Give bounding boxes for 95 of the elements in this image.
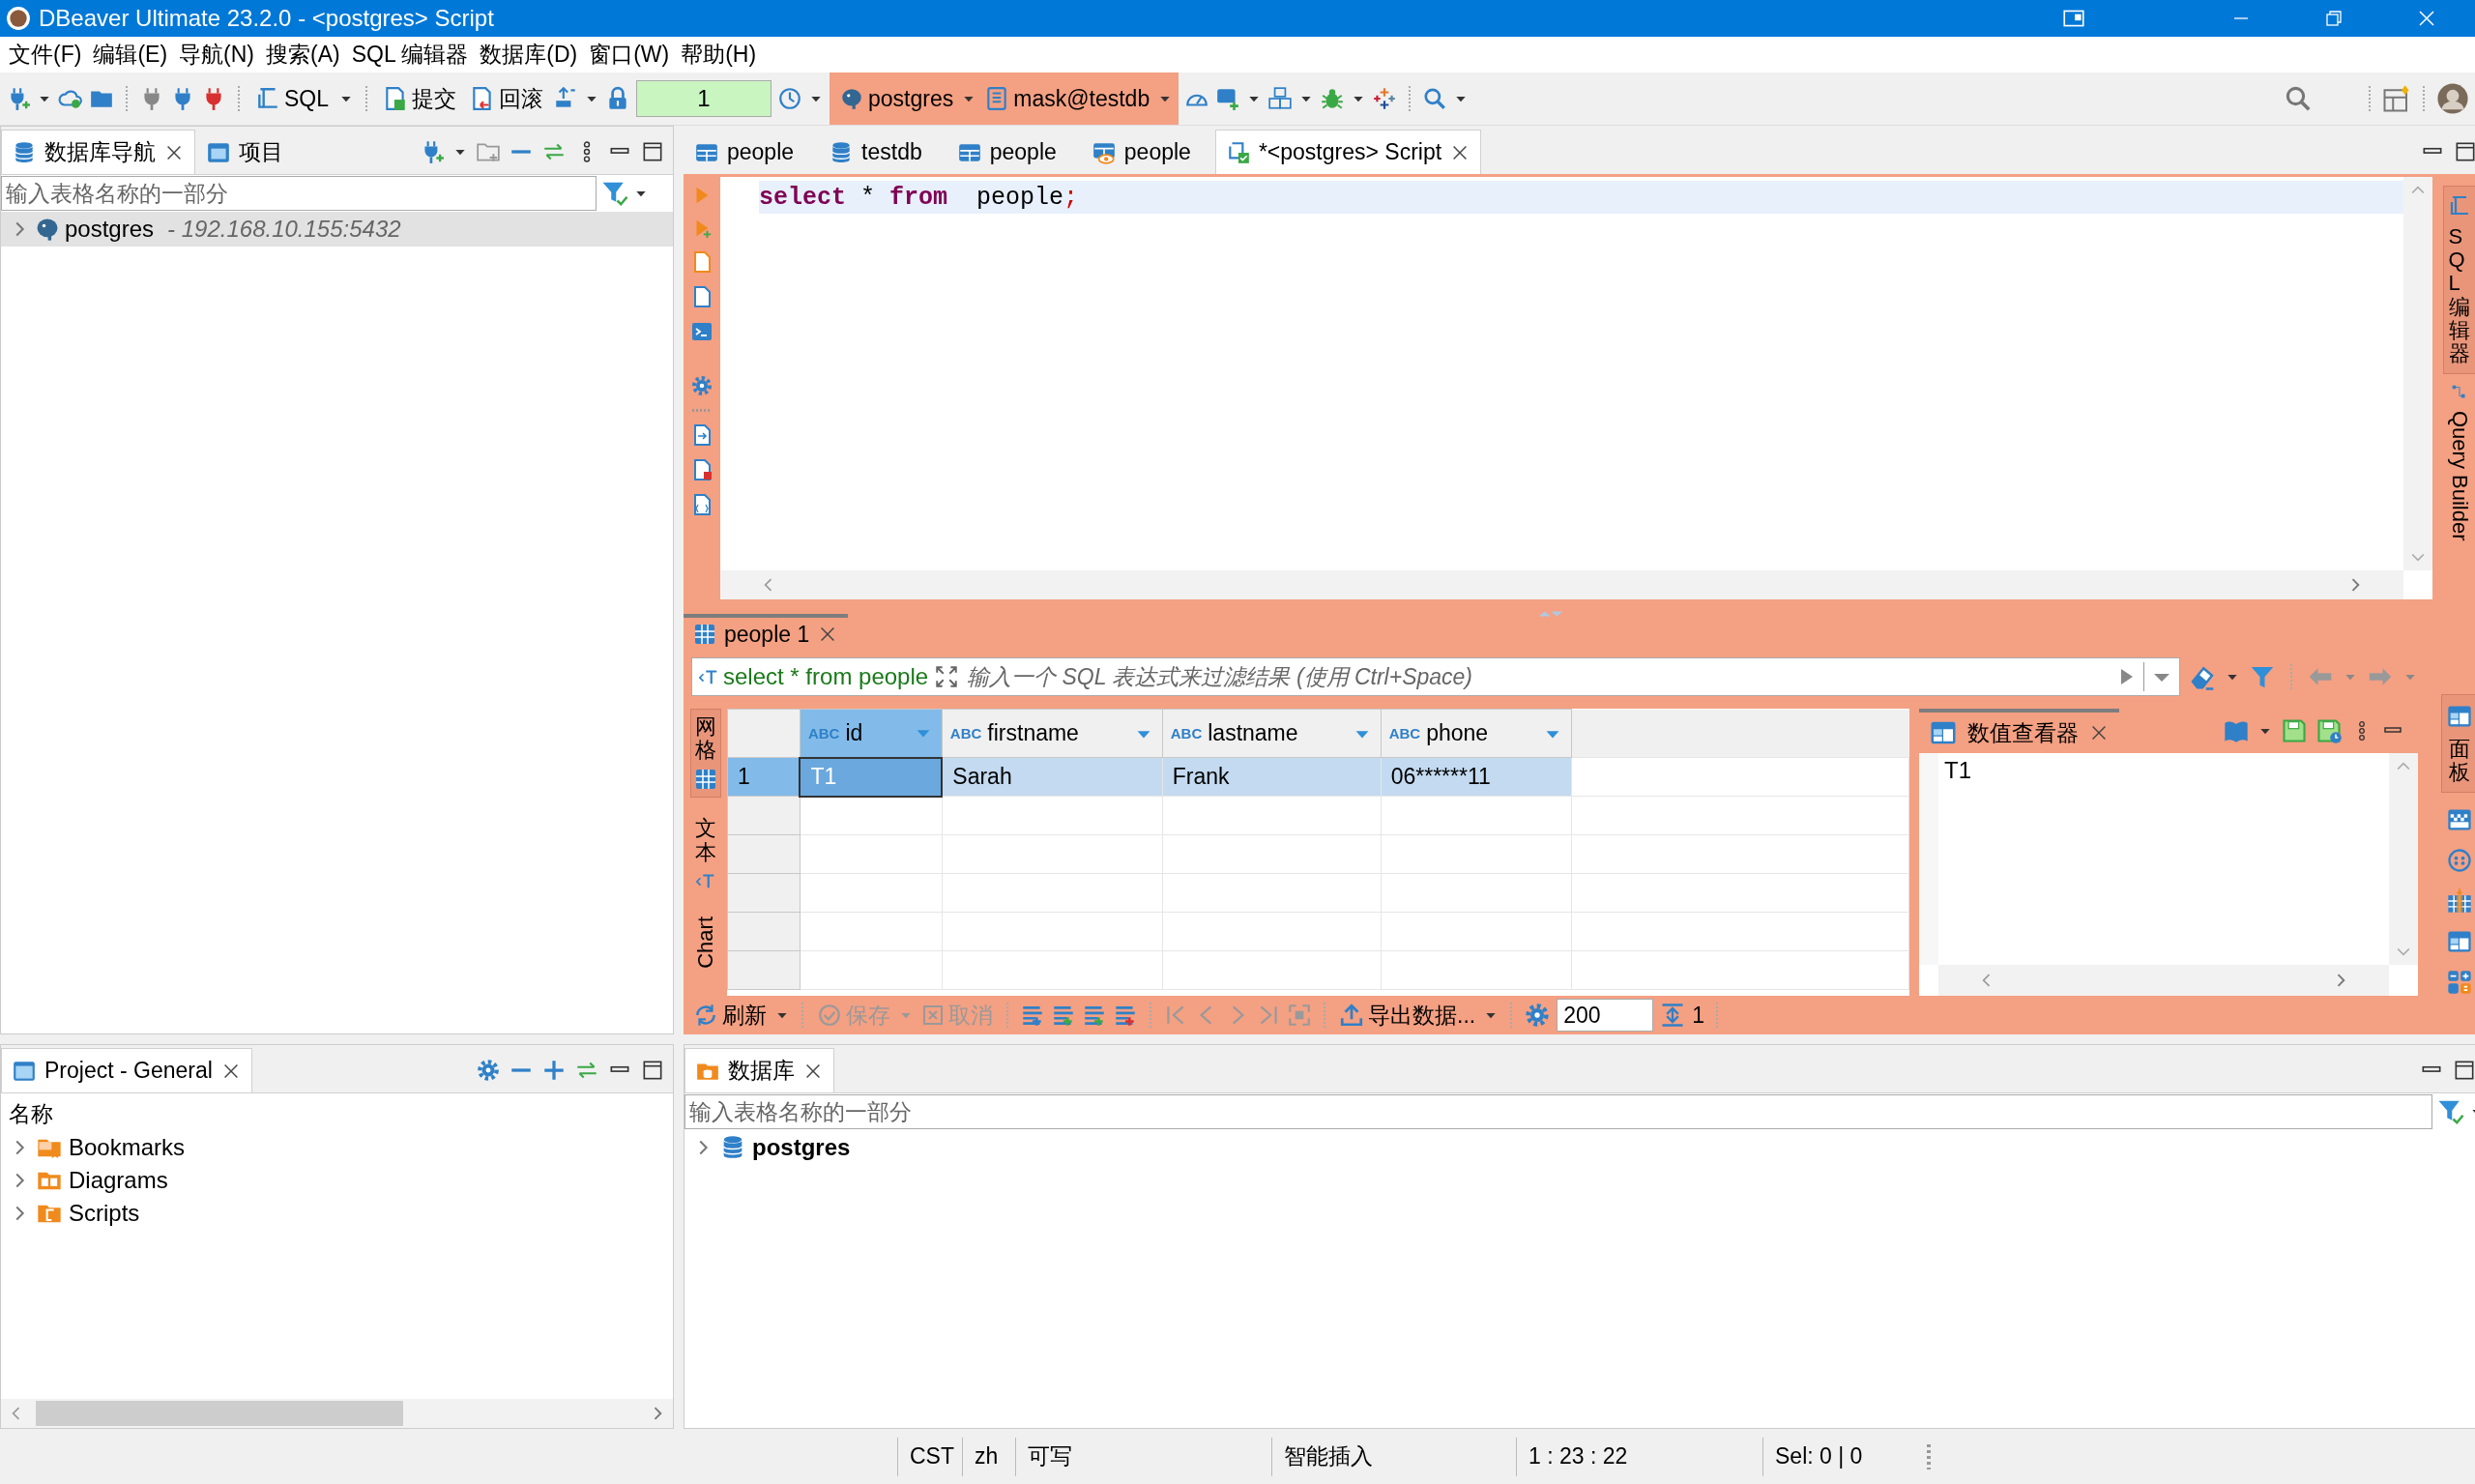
settings-icon[interactable] [476, 1058, 501, 1083]
connection-address: - 192.168.10.155:5432 [167, 216, 401, 243]
side-tab[interactable]: Query Builder [2442, 374, 2475, 549]
perspective-icon[interactable] [2382, 84, 2411, 113]
calculator-icon[interactable] [2445, 969, 2473, 996]
connection-name: postgres [65, 216, 155, 243]
transaction-counter: 1 [636, 80, 772, 117]
fetch-size-field[interactable]: 200 [1557, 999, 1654, 1032]
column-header: 名称 [9, 1101, 53, 1126]
value-text: T1 [1944, 757, 1971, 783]
menu-item[interactable]: 帮助(H) [676, 38, 762, 72]
query-text: select * from people [698, 663, 929, 690]
filter-field[interactable]: 输入表格名称的一部分 [1, 176, 597, 211]
tree-item[interactable]: Diagrams [1, 1164, 673, 1197]
panel-tab[interactable]: 项目 [195, 130, 294, 174]
crosses-icon[interactable] [1372, 86, 1398, 111]
tree-item[interactable]: Scripts [1, 1197, 673, 1230]
expand-all-icon[interactable] [541, 1058, 567, 1083]
app-logo-icon [6, 6, 31, 31]
scrollbar-thumb[interactable] [36, 1401, 403, 1426]
status-text: 1 : 23 : 22 [1529, 1443, 1628, 1469]
commit-button[interactable]: 提交 [379, 81, 461, 116]
table-cell: 06******11 [1381, 757, 1572, 797]
search-icon[interactable] [1422, 86, 1448, 111]
editor-tab[interactable]: people [1080, 130, 1202, 174]
menu-item[interactable]: SQL 编辑器 [346, 38, 474, 72]
window-title: DBeaver Ultimate 23.2.0 - <postgres> Script [39, 5, 494, 32]
view-tab[interactable]: 网格 [689, 709, 721, 799]
tree-item[interactable]: postgres [684, 1130, 2475, 1165]
editor-tab[interactable]: people [684, 130, 805, 174]
filter-field[interactable]: 输入表格名称的一部分 [684, 1094, 2432, 1129]
table-cell: T1 [800, 757, 943, 797]
menu-item[interactable]: 搜索(A) [261, 38, 345, 72]
view-tab[interactable]: 文本 [691, 811, 719, 897]
row-count: 1 [1692, 1002, 1704, 1029]
menu-item[interactable]: 文件(F) [4, 38, 87, 72]
status-text: CST [910, 1443, 954, 1469]
side-tab[interactable]: 面板 [2440, 693, 2475, 793]
avatar-icon[interactable] [2436, 82, 2469, 115]
export-button[interactable]: 导出数据... [1337, 1000, 1478, 1031]
search-icon[interactable] [2284, 84, 2313, 113]
table-cell: Frank [1162, 757, 1382, 797]
menu-item[interactable]: 导航(N) [174, 38, 259, 72]
view-tab[interactable]: Chart [689, 910, 721, 975]
grid-icon [693, 623, 716, 646]
grid-icon [693, 768, 717, 792]
schema-selector[interactable]: mask@testdb [980, 83, 1154, 114]
separator-dots-icon [692, 409, 712, 412]
drag-handle-icon [1927, 1443, 1931, 1469]
panel-tab[interactable]: 数据库导航 [1, 130, 195, 174]
settings-icon[interactable] [690, 374, 713, 397]
sql-icon [255, 86, 280, 111]
column-header[interactable]: ABC id [800, 709, 943, 758]
terminal-icon[interactable] [690, 320, 713, 343]
cancel-icon [921, 1004, 945, 1027]
table-cell: Sarah [942, 757, 1163, 797]
history-icon[interactable] [777, 86, 803, 111]
sql-editor-button[interactable]: SQL [251, 83, 334, 114]
expand-icon[interactable] [934, 664, 960, 689]
tree-item[interactable]: Bookmarks [1, 1131, 673, 1164]
table-row[interactable]: 1 T1 Sarah Frank 06******11 [727, 757, 1909, 797]
rollback-button[interactable]: 回滚 [466, 81, 548, 116]
column-header[interactable]: ABC firstname [942, 709, 1163, 758]
settings-icon[interactable] [1524, 1002, 1552, 1029]
filter-field[interactable]: select * from people 输入一个 SQL 表达式来过滤结果 (使用 Ctrl+Space) [691, 657, 2180, 696]
row-number: 1 [727, 757, 801, 797]
tree-item[interactable]: postgres - 192.168.10.155:5432 [1, 212, 673, 247]
menu-item[interactable]: 编辑(E) [88, 38, 173, 72]
git-icon[interactable] [1215, 86, 1241, 111]
calendar-grid-icon[interactable] [2445, 887, 2473, 915]
status-text: Sel: 0 | 0 [1775, 1443, 1863, 1469]
status-text: 智能插入 [1284, 1442, 1373, 1470]
menu-item[interactable]: 窗口(W) [584, 38, 675, 72]
editor-tab[interactable]: *<postgres> Script [1214, 130, 1482, 174]
save-clock-icon[interactable] [2315, 717, 2343, 744]
status-text: zh [975, 1443, 999, 1469]
column-header[interactable]: ABC phone [1381, 709, 1572, 758]
column-header[interactable]: ABC lastname [1162, 709, 1382, 758]
refresh-icon [693, 1003, 718, 1028]
check-icon [817, 1003, 842, 1028]
editor-tab[interactable]: testdb [818, 130, 933, 174]
dots-icon[interactable] [2445, 847, 2473, 874]
side-tab[interactable]: SQL 编辑器 [2442, 186, 2475, 375]
filter-input[interactable]: 输入一个 SQL 表达式来过滤结果 (使用 Ctrl+Space) [965, 662, 2109, 691]
bug-icon[interactable] [1320, 86, 1346, 111]
panel-tab[interactable]: Project - General [1, 1048, 252, 1092]
export-icon [1339, 1003, 1364, 1028]
datasource-selector[interactable]: postgres [835, 83, 958, 114]
editor-tab[interactable]: people [946, 130, 1067, 174]
save-icon[interactable] [2281, 717, 2308, 744]
panel-tab[interactable]: 数据库 [684, 1048, 834, 1092]
status-text: 可写 [1028, 1442, 1072, 1470]
refresh-button[interactable]: 刷新 [691, 1000, 769, 1031]
boxes-icon[interactable] [1267, 86, 1294, 111]
menu-item[interactable]: 数据库(D) [475, 38, 583, 72]
